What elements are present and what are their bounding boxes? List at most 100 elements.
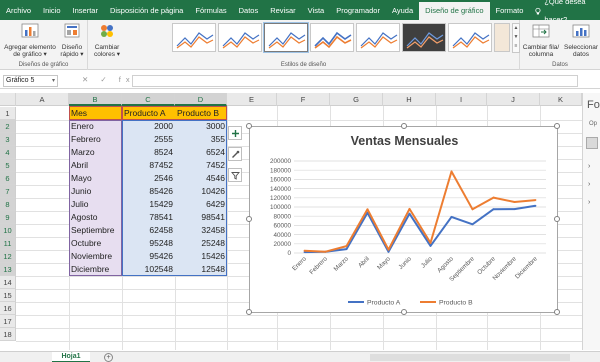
producto-a-cell[interactable]: 95426	[122, 250, 175, 263]
producto-a-cell[interactable]: 102548	[122, 263, 175, 276]
row-header[interactable]: 5	[0, 159, 16, 172]
chart-style-5[interactable]	[356, 23, 400, 52]
producto-b-cell[interactable]: 10426	[175, 185, 227, 198]
column-header-a[interactable]: A	[16, 93, 69, 106]
row-header[interactable]: 8	[0, 198, 16, 211]
month-cell[interactable]: Julio	[69, 198, 122, 211]
chart-elements-button[interactable]	[228, 126, 242, 140]
column-header-h[interactable]: H	[383, 93, 436, 106]
row-header[interactable]: 6	[0, 172, 16, 185]
producto-b-cell[interactable]: 7452	[175, 159, 227, 172]
add-chart-element-button[interactable]: Agregar elemento de gráfico ▾	[2, 22, 58, 58]
resize-handle-top-left[interactable]	[246, 123, 252, 129]
switch-row-column-button[interactable]: Cambiar fila/ columna	[522, 22, 560, 58]
producto-a-cell[interactable]: 87452	[122, 159, 175, 172]
resize-handle-bottom[interactable]	[401, 309, 407, 315]
horizontal-scrollbar[interactable]	[370, 354, 570, 361]
resize-handle-bottom-left[interactable]	[246, 309, 252, 315]
chart-style-3[interactable]	[263, 22, 309, 53]
row-header[interactable]: 14	[0, 276, 16, 289]
chevron-down-icon[interactable]: ▾	[52, 76, 55, 86]
select-all-corner[interactable]	[0, 93, 16, 106]
tab-disposicion[interactable]: Disposición de página	[104, 2, 189, 20]
month-cell[interactable]: Septiembre	[69, 224, 122, 237]
tab-formulas[interactable]: Fórmulas	[189, 2, 232, 20]
chart-filters-button[interactable]	[228, 168, 242, 182]
producto-a-cell[interactable]: 8524	[122, 146, 175, 159]
add-sheet-button[interactable]: +	[104, 353, 113, 362]
producto-a-cell[interactable]: 15429	[122, 198, 175, 211]
chevron-right-icon[interactable]: ›	[588, 163, 590, 170]
producto-a-cell[interactable]: 62458	[122, 224, 175, 237]
month-cell[interactable]: Enero	[69, 120, 122, 133]
chart-style-1[interactable]	[172, 23, 216, 52]
column-header-e[interactable]: E	[227, 93, 277, 106]
producto-a-cell[interactable]: 85426	[122, 185, 175, 198]
chart-styles-button[interactable]	[228, 147, 242, 161]
column-header-k[interactable]: K	[540, 93, 582, 106]
gallery-scroll-arrows[interactable]: ▲ ▼ ≡	[512, 23, 520, 53]
tab-ayuda[interactable]: Ayuda	[386, 2, 419, 20]
producto-b-cell[interactable]: 25248	[175, 237, 227, 250]
sheet-tab-hoja1[interactable]: Hoja1	[52, 352, 90, 362]
row-header[interactable]: 18	[0, 328, 16, 341]
format-pane-options-label[interactable]: Op	[589, 121, 597, 127]
column-header-i[interactable]: I	[436, 93, 487, 106]
chart-style-8[interactable]	[494, 23, 510, 52]
change-colors-button[interactable]: Cambiar colores ▾	[92, 22, 122, 58]
producto-b-cell[interactable]: 4546	[175, 172, 227, 185]
producto-a-cell[interactable]: 2546	[122, 172, 175, 185]
tab-datos[interactable]: Datos	[233, 2, 265, 20]
chevron-right-icon[interactable]: ›	[588, 181, 590, 188]
producto-a-cell[interactable]: 78541	[122, 211, 175, 224]
month-cell[interactable]: Noviembre	[69, 250, 122, 263]
month-cell[interactable]: Diciembre	[69, 263, 122, 276]
producto-b-cell[interactable]: 3000	[175, 120, 227, 133]
column-header-d[interactable]: D	[175, 93, 227, 106]
formula-input[interactable]	[132, 75, 578, 87]
chevron-right-icon[interactable]: ›	[588, 199, 590, 206]
chart-style-4[interactable]	[310, 23, 354, 52]
tab-diseno-grafico[interactable]: Diseño de gráfico	[419, 2, 490, 20]
resize-handle-top[interactable]	[401, 123, 407, 129]
producto-b-cell[interactable]: 6429	[175, 198, 227, 211]
tab-insertar[interactable]: Insertar	[67, 2, 104, 20]
producto-b-cell[interactable]: 32458	[175, 224, 227, 237]
tab-archivo[interactable]: Archivo	[0, 2, 37, 20]
header-cell-mes[interactable]: Mes	[69, 107, 122, 120]
quick-layout-button[interactable]: Diseño rápido ▾	[58, 22, 86, 58]
tab-inicio[interactable]: Inicio	[37, 2, 67, 20]
row-header[interactable]: 12	[0, 250, 16, 263]
month-cell[interactable]: Marzo	[69, 146, 122, 159]
column-header-j[interactable]: J	[487, 93, 540, 106]
fill-line-icon[interactable]	[586, 137, 598, 149]
name-box[interactable]: Gráfico 5 ▾	[3, 75, 58, 87]
select-data-button[interactable]: Seleccionar datos	[562, 22, 600, 58]
producto-a-cell[interactable]: 2555	[122, 133, 175, 146]
row-header[interactable]: 10	[0, 224, 16, 237]
producto-a-cell[interactable]: 2000	[122, 120, 175, 133]
line-chart[interactable]: Ventas Mensuales 0 20000 40000 60000 80000 10…	[246, 123, 560, 315]
header-cell-producto-a[interactable]: Producto A	[122, 107, 175, 120]
month-cell[interactable]: Octubre	[69, 237, 122, 250]
row-header[interactable]: 17	[0, 315, 16, 328]
tab-vista[interactable]: Vista	[302, 2, 331, 20]
month-cell[interactable]: Agosto	[69, 211, 122, 224]
month-cell[interactable]: Febrero	[69, 133, 122, 146]
row-header[interactable]: 13	[0, 263, 16, 276]
row-header[interactable]: 15	[0, 289, 16, 302]
resize-handle-left[interactable]	[246, 216, 252, 222]
tab-formato[interactable]: Formato	[490, 2, 530, 20]
row-header[interactable]: 2	[0, 120, 16, 133]
tab-revisar[interactable]: Revisar	[264, 2, 301, 20]
month-cell[interactable]: Abril	[69, 159, 122, 172]
row-header[interactable]: 3	[0, 133, 16, 146]
producto-b-cell[interactable]: 15426	[175, 250, 227, 263]
row-header[interactable]: 11	[0, 237, 16, 250]
row-header[interactable]: 4	[0, 146, 16, 159]
resize-handle-right[interactable]	[554, 216, 560, 222]
tell-me-search[interactable]: ¿Qué desea hacer?	[529, 0, 600, 24]
producto-a-cell[interactable]: 95248	[122, 237, 175, 250]
chart-style-7[interactable]	[448, 23, 492, 52]
tab-programador[interactable]: Programador	[330, 2, 386, 20]
